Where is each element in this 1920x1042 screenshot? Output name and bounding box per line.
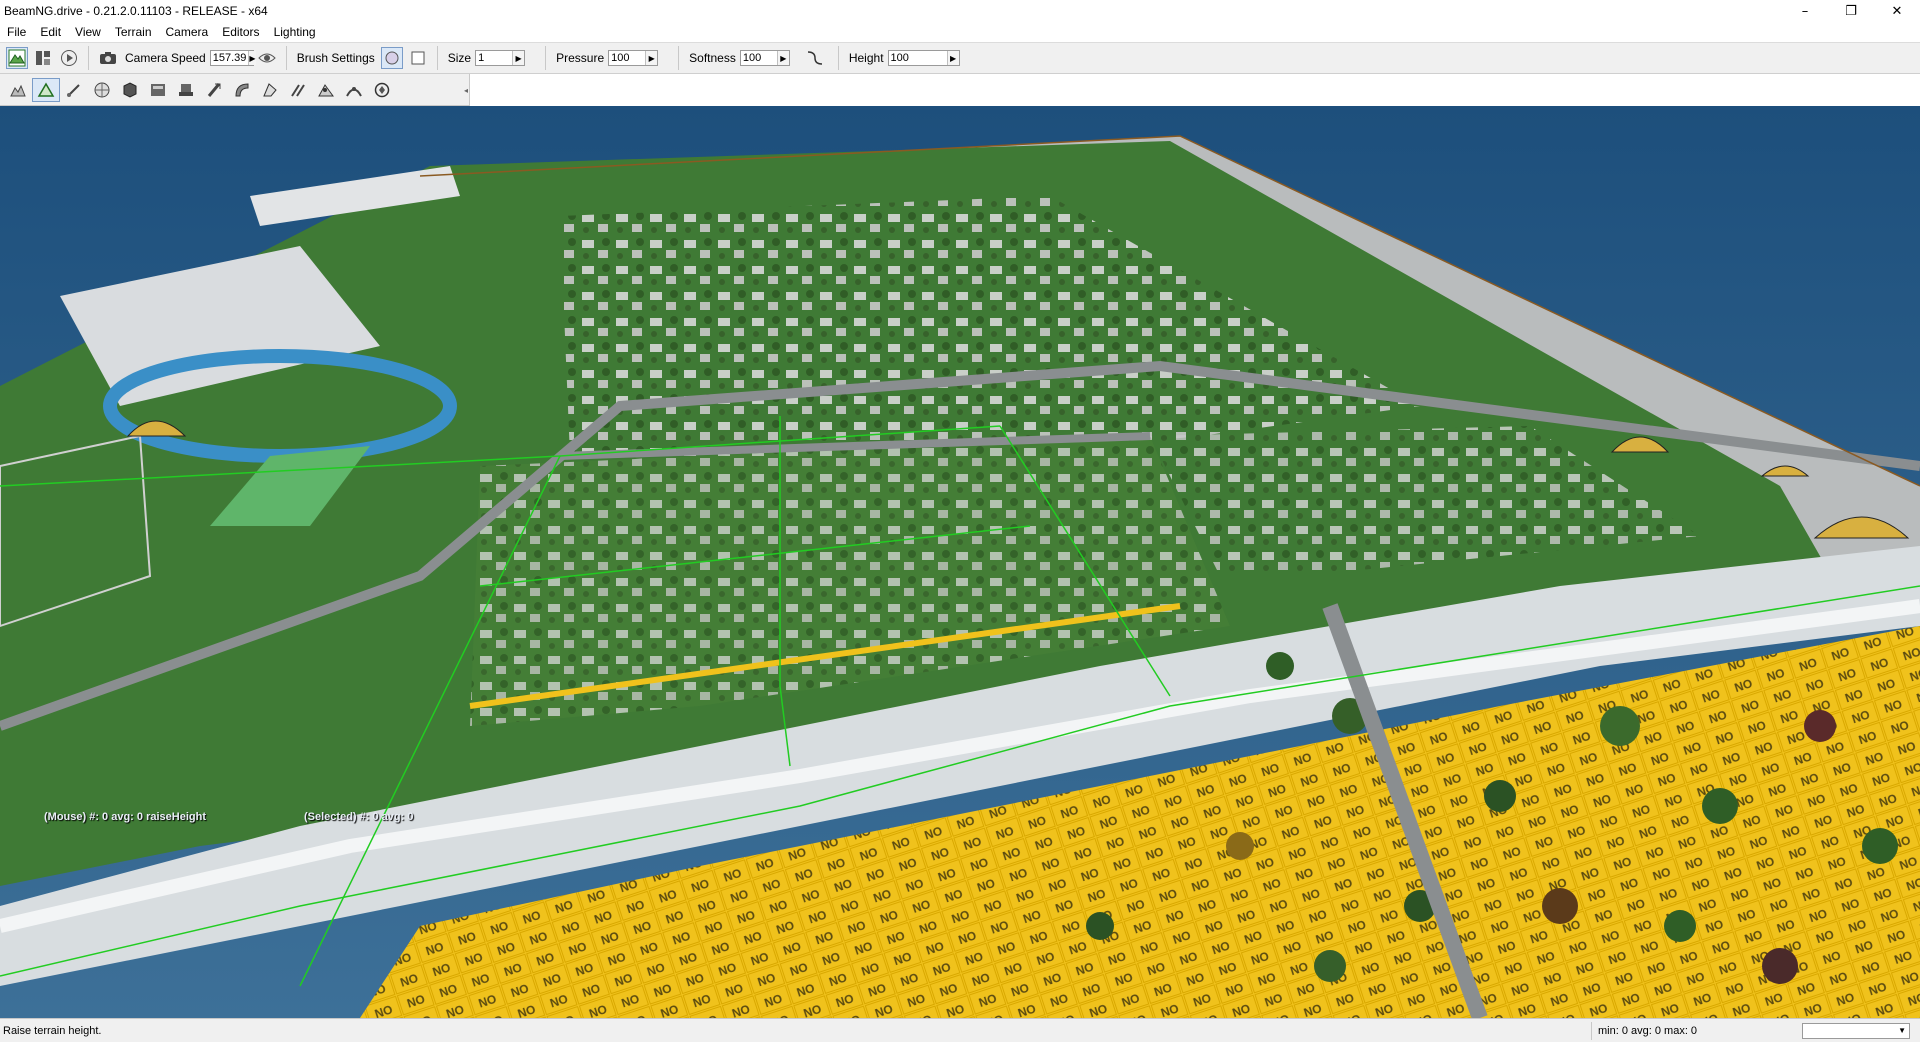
height-label: Height (848, 51, 884, 65)
softness-curve-icon[interactable] (804, 47, 826, 69)
window-controls: – ❐ ✕ (1782, 0, 1920, 22)
river-editor-icon[interactable] (256, 78, 284, 102)
brush-settings-label: Brush Settings (296, 51, 375, 65)
main-toolbar: Camera Speed 157.39 ▶ Brush Settings Siz… (0, 42, 1920, 74)
menu-lighting[interactable]: Lighting (267, 25, 323, 39)
camera-speed-arrow-icon[interactable]: ▶ (248, 51, 256, 65)
chevron-down-icon: ▼ (1898, 1026, 1906, 1035)
size-field[interactable]: 1 ▶ (475, 50, 526, 66)
menu-edit[interactable]: Edit (33, 25, 68, 39)
softness-field[interactable]: 100 ▶ (739, 50, 790, 66)
size-arrow-icon[interactable]: ▶ (512, 51, 525, 65)
mouse-info-text: (Mouse) #: 0 avg: 0 raiseHeight (44, 811, 206, 823)
terrain-scene: NO (0, 106, 1920, 1018)
size-value: 1 (478, 52, 485, 64)
softness-label: Softness (689, 51, 736, 65)
camera-speed-field[interactable]: 157.39 ▶ (209, 50, 256, 66)
softness-value: 100 (742, 52, 762, 64)
forest-editor-icon[interactable] (200, 78, 228, 102)
title-bar: BeamNG.drive - 0.21.2.0.11103 - RELEASE … (0, 0, 1920, 22)
height-value: 100 (890, 52, 909, 64)
toolbar-grip-icon[interactable]: ◂ (463, 78, 469, 102)
status-message: Raise terrain height. (3, 1024, 102, 1037)
pressure-label: Pressure (556, 51, 605, 65)
world-editor-icon[interactable] (6, 47, 28, 69)
decal-editor-icon[interactable] (172, 78, 200, 102)
size-label: Size (447, 51, 472, 65)
menu-bar: File Edit View Terrain Camera Editors Li… (0, 22, 1920, 42)
material-editor-icon[interactable] (88, 78, 116, 102)
menu-camera[interactable]: Camera (159, 25, 216, 39)
menu-terrain[interactable]: Terrain (108, 25, 159, 39)
camera-speed-value: 157.39 (212, 52, 247, 64)
minimize-button[interactable]: – (1782, 0, 1828, 22)
camera-icon[interactable] (97, 47, 119, 69)
shape-editor-icon[interactable] (368, 78, 396, 102)
maximize-button[interactable]: ❐ (1828, 0, 1874, 22)
pressure-field[interactable]: 100 ▶ (608, 50, 659, 66)
path-editor-icon[interactable] (340, 78, 368, 102)
visibility-icon[interactable] (256, 47, 278, 69)
gui-editor-icon[interactable] (32, 47, 54, 69)
status-stats: min: 0 avg: 0 max: 0 (1591, 1021, 1796, 1040)
status-dropdown[interactable]: ▼ (1802, 1022, 1910, 1039)
play-icon[interactable] (58, 47, 80, 69)
pressure-value: 100 (611, 52, 630, 64)
menu-file[interactable]: File (0, 25, 33, 39)
toolbar-separator (88, 46, 89, 70)
pressure-arrow-icon[interactable]: ▶ (645, 51, 658, 65)
menu-editors[interactable]: Editors (215, 25, 266, 39)
mesh-road-editor-icon[interactable] (228, 78, 256, 102)
close-button[interactable]: ✕ (1874, 0, 1920, 22)
circle-brush-icon[interactable] (380, 47, 403, 69)
toolbar-separator (678, 46, 680, 70)
3d-viewport[interactable]: NO (0, 106, 1920, 1018)
terrain-editor-icon[interactable] (32, 77, 60, 102)
selected-info-text: (Selected) #: 0 avg: 0 (304, 811, 414, 823)
height-field[interactable]: 100 ▶ (887, 50, 960, 66)
menu-view[interactable]: View (68, 25, 108, 39)
editor-tools-toolbar: ◂ (0, 74, 470, 106)
datablock-editor-icon[interactable] (144, 78, 172, 102)
height-arrow-icon[interactable]: ▶ (946, 51, 959, 65)
window-title: BeamNG.drive - 0.21.2.0.11103 - RELEASE … (4, 4, 268, 18)
object-editor-icon[interactable] (116, 78, 144, 102)
camera-speed-label: Camera Speed (125, 51, 206, 65)
square-brush-icon[interactable] (407, 47, 429, 69)
status-bar: Raise terrain height. min: 0 avg: 0 max:… (0, 1018, 1920, 1042)
toolbar-separator (545, 46, 547, 70)
softness-arrow-icon[interactable]: ▶ (776, 51, 789, 65)
toolbar-separator (837, 46, 839, 70)
toolbar-separator (285, 46, 287, 70)
navmesh-editor-icon[interactable] (312, 78, 340, 102)
toolbar-separator (436, 46, 438, 70)
road-editor-icon[interactable] (284, 78, 312, 102)
terrain-painter-icon[interactable] (60, 78, 88, 102)
terrain-import-icon[interactable] (4, 78, 32, 102)
